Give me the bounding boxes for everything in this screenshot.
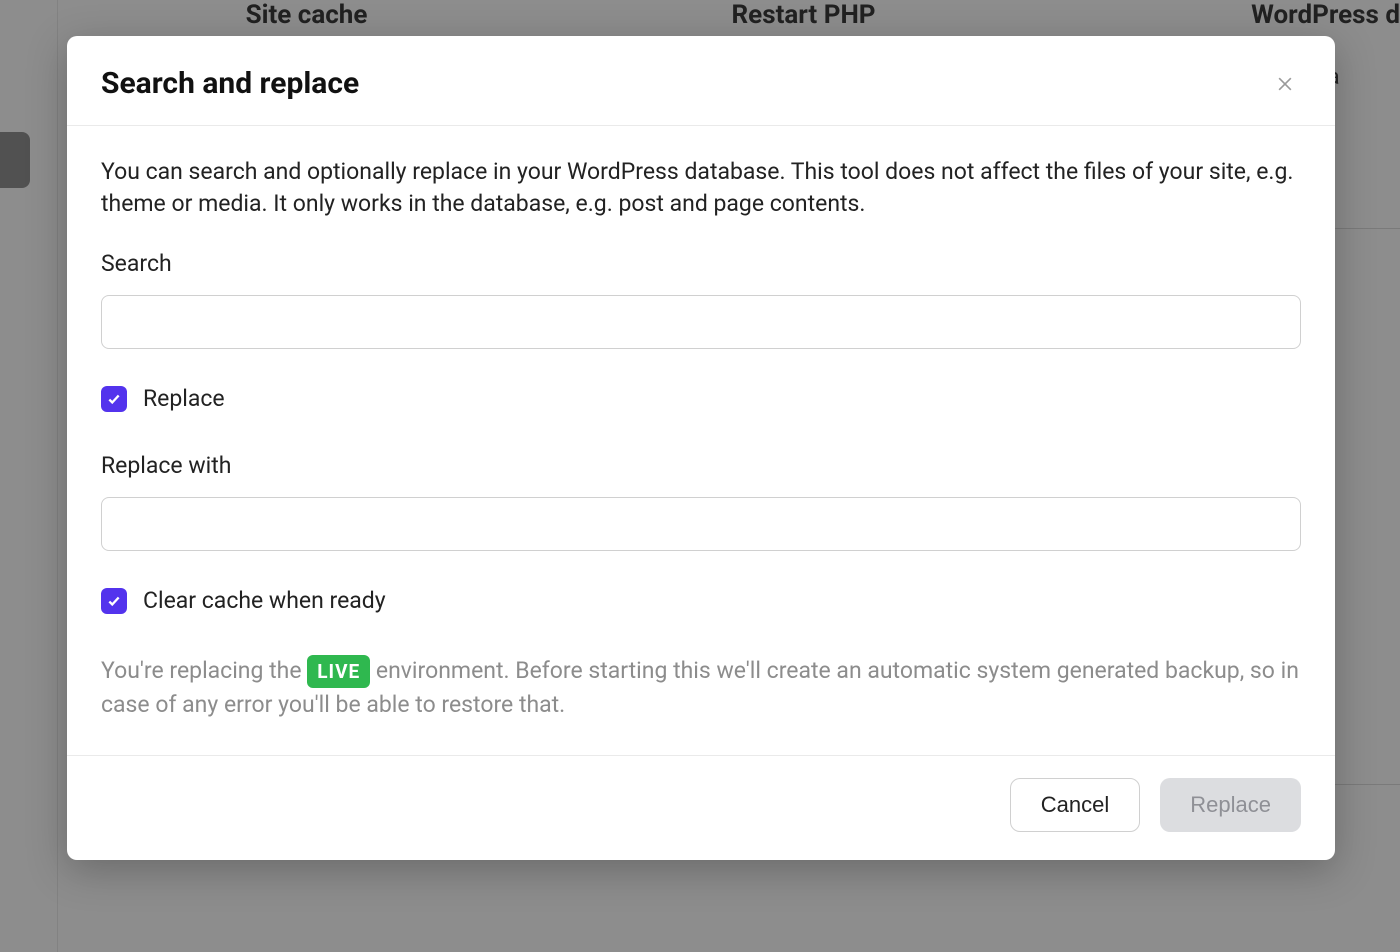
checkmark-icon [107, 392, 121, 406]
environment-note: You're replacing the LIVE environment. B… [101, 654, 1301, 721]
search-input[interactable] [101, 295, 1301, 349]
replace-with-input[interactable] [101, 497, 1301, 551]
live-badge: LIVE [307, 655, 370, 688]
modal-description: You can search and optionally replace in… [101, 156, 1301, 220]
modal-title: Search and replace [101, 66, 359, 101]
checkmark-icon [107, 594, 121, 608]
replace-checkbox[interactable] [101, 386, 127, 412]
clear-cache-row: Clear cache when ready [101, 587, 1301, 614]
replace-checkbox-label: Replace [143, 385, 225, 412]
clear-cache-label: Clear cache when ready [143, 587, 386, 614]
cancel-button[interactable]: Cancel [1010, 778, 1140, 832]
note-before: You're replacing the [101, 657, 307, 684]
close-button[interactable] [1269, 68, 1301, 100]
clear-cache-checkbox[interactable] [101, 588, 127, 614]
replace-checkbox-row: Replace [101, 385, 1301, 412]
close-icon [1275, 74, 1295, 94]
modal-body: You can search and optionally replace in… [67, 126, 1335, 755]
modal-footer: Cancel Replace [67, 755, 1335, 860]
replace-with-label: Replace with [101, 452, 1301, 479]
search-label: Search [101, 250, 1301, 277]
search-replace-modal: Search and replace You can search and op… [67, 36, 1335, 860]
modal-header: Search and replace [67, 36, 1335, 126]
replace-button[interactable]: Replace [1160, 778, 1301, 832]
